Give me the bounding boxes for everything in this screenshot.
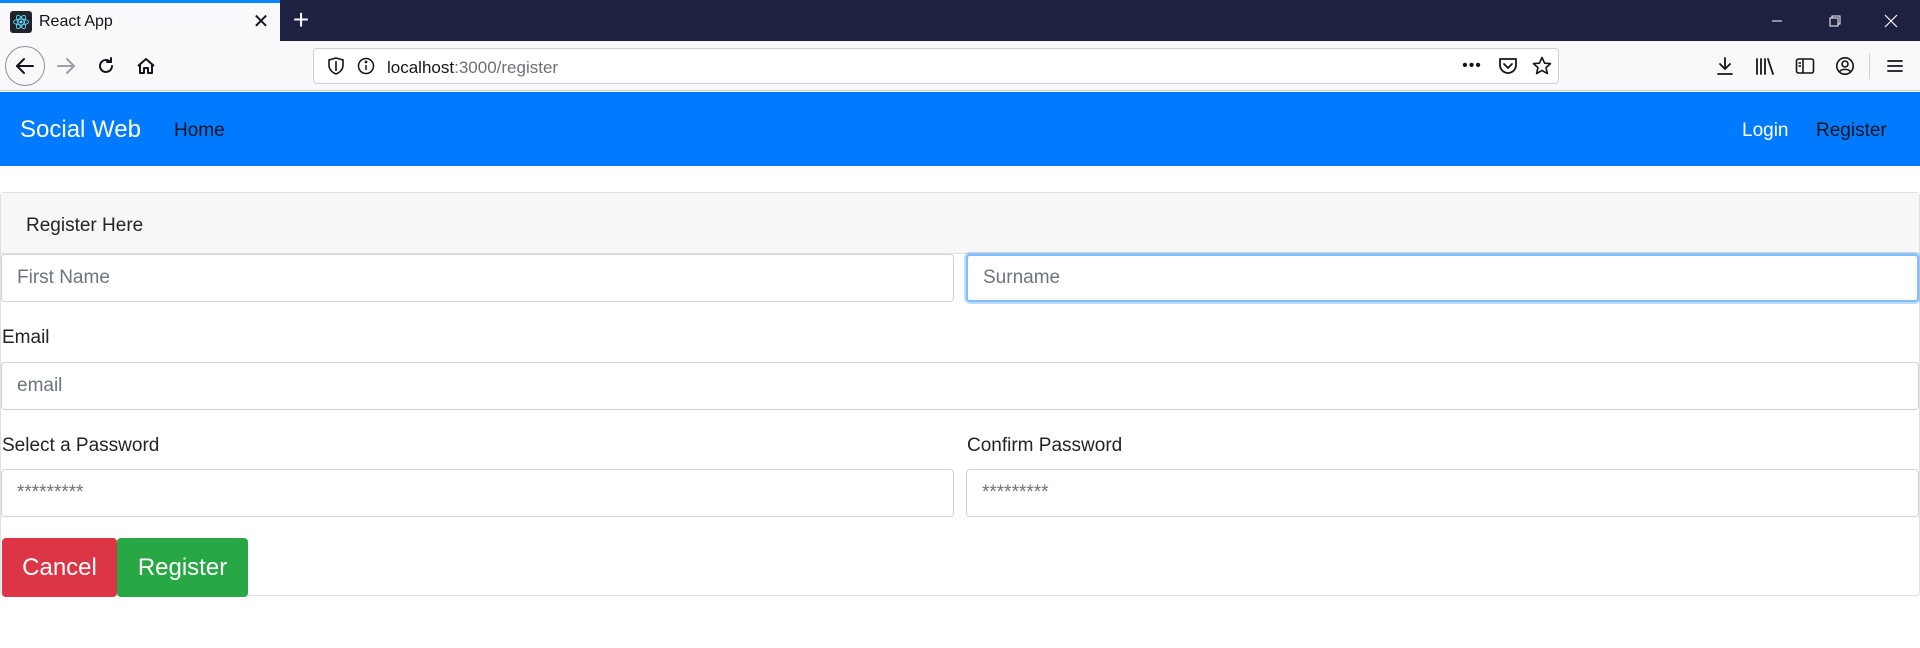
brand-link[interactable]: Social Web: [20, 116, 141, 144]
sidebar-icon[interactable]: [1789, 50, 1821, 82]
register-button[interactable]: Register: [117, 538, 248, 597]
account-icon[interactable]: [1829, 50, 1861, 82]
toolbar-separator: [1869, 53, 1870, 79]
register-card: Register Here Email Select a Password Co…: [0, 192, 1920, 597]
react-logo-icon: [10, 11, 32, 33]
nav-link-register[interactable]: Register: [1816, 120, 1887, 142]
card-header: Register Here: [1, 193, 1919, 254]
home-icon[interactable]: [130, 50, 162, 82]
tab-title: React App: [39, 13, 113, 30]
tracking-shield-icon[interactable]: [320, 50, 352, 82]
confirm-password-label: Confirm Password: [967, 435, 1123, 456]
downloads-icon[interactable]: [1709, 50, 1741, 82]
tab-close-icon[interactable]: ✕: [250, 11, 272, 33]
hamburger-menu-icon[interactable]: [1879, 50, 1911, 82]
restore-window-icon[interactable]: [1812, 0, 1858, 41]
reload-icon[interactable]: [90, 50, 122, 82]
browser-tab-bar: React App ✕ +: [0, 0, 1920, 41]
bookmark-star-icon[interactable]: [1526, 50, 1558, 82]
cancel-button[interactable]: Cancel: [2, 538, 117, 597]
site-info-icon[interactable]: [350, 50, 382, 82]
nav-link-login[interactable]: Login: [1742, 120, 1789, 142]
password-label: Select a Password: [2, 435, 160, 456]
password-input[interactable]: [1, 469, 954, 517]
url-host: localhost: [387, 58, 455, 77]
library-icon[interactable]: [1749, 50, 1781, 82]
close-window-icon[interactable]: [1868, 0, 1914, 41]
browser-toolbar: localhost:3000/register •••: [0, 41, 1920, 91]
new-tab-plus-icon[interactable]: +: [288, 6, 314, 34]
url-bar[interactable]: localhost:3000/register •••: [313, 48, 1559, 84]
first-name-input[interactable]: [1, 254, 954, 302]
app-navbar: Social Web Home Login Register: [0, 92, 1920, 166]
url-text[interactable]: localhost:3000/register: [387, 58, 558, 78]
back-arrow-icon[interactable]: [5, 46, 45, 86]
surname-input[interactable]: [966, 254, 1919, 302]
browser-tab-active[interactable]: React App ✕: [0, 0, 280, 41]
minimize-window-icon[interactable]: [1754, 0, 1800, 41]
confirm-password-input[interactable]: [966, 469, 1919, 517]
url-path: :3000/register: [454, 58, 559, 77]
nav-link-home[interactable]: Home: [174, 120, 225, 142]
email-label: Email: [2, 327, 50, 348]
page-actions-icon[interactable]: •••: [1456, 50, 1488, 82]
card-title: Register Here: [26, 215, 144, 236]
pocket-icon[interactable]: [1492, 50, 1524, 82]
forward-arrow-icon[interactable]: [50, 50, 82, 82]
email-input[interactable]: [1, 362, 1919, 410]
